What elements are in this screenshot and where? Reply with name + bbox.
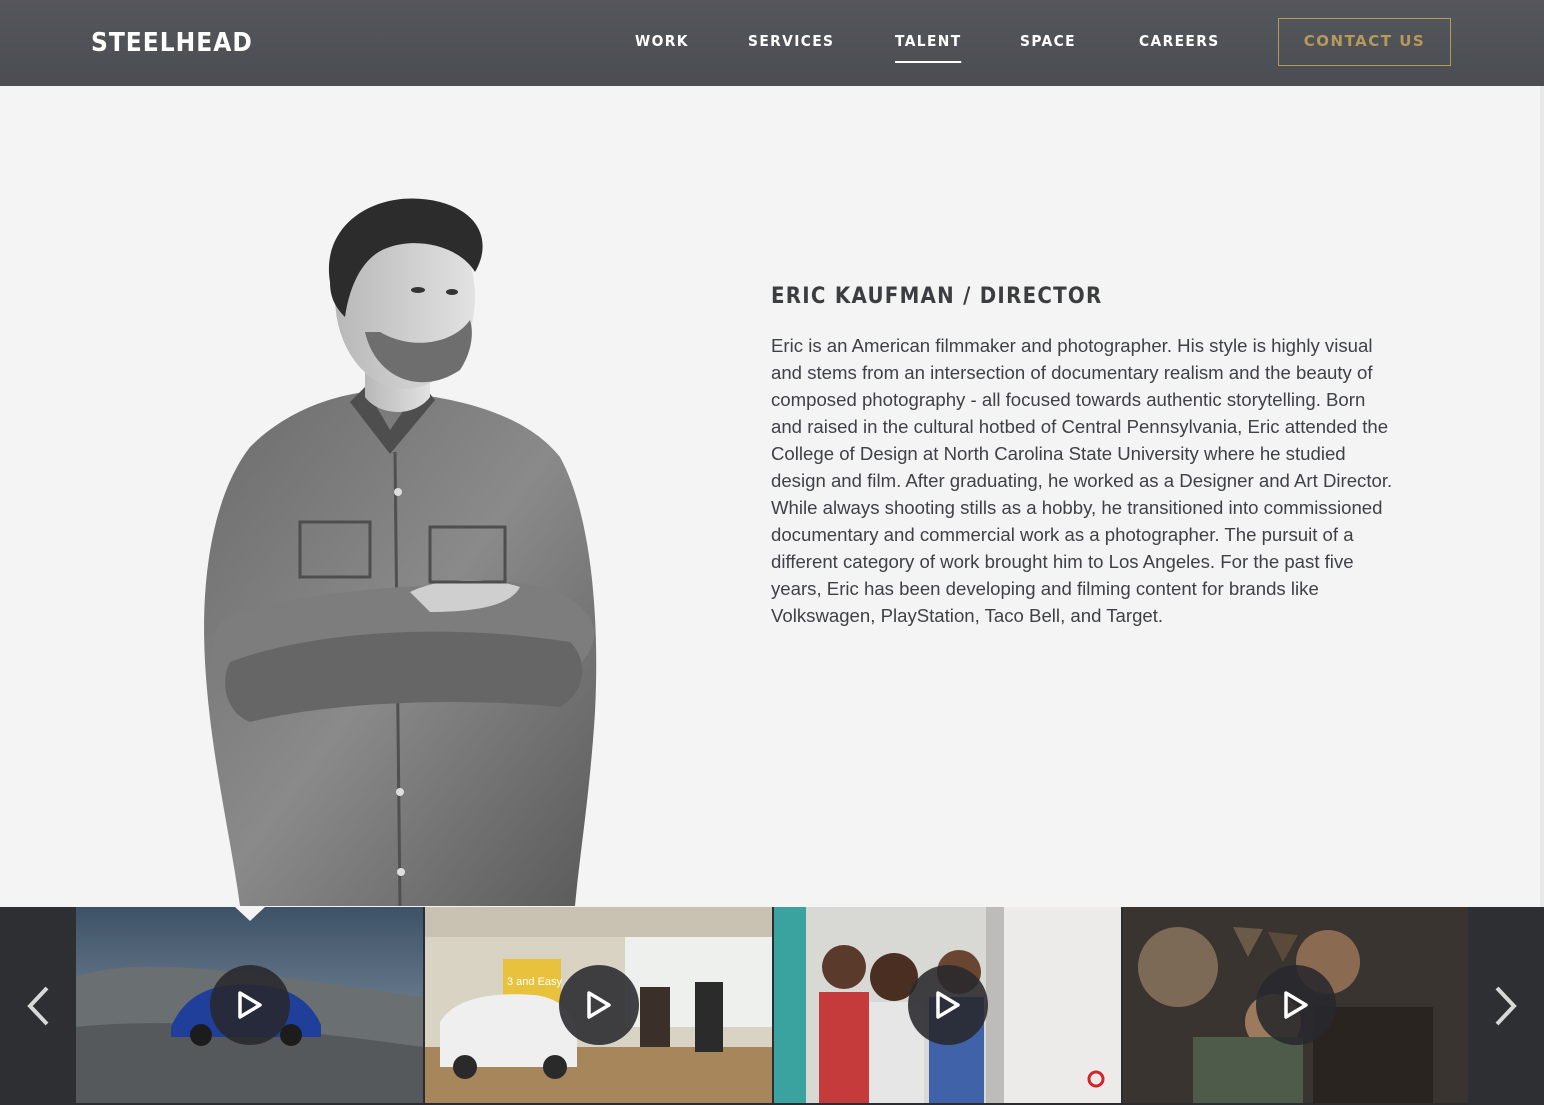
nav-item-services[interactable]: SERVICES	[748, 30, 834, 54]
play-icon	[935, 991, 960, 1019]
play-button-2[interactable]	[558, 965, 639, 1045]
play-button-1[interactable]	[209, 965, 290, 1045]
play-icon	[586, 991, 611, 1019]
steelhead-logo[interactable]: STEELHEAD	[91, 28, 253, 58]
page-edge	[1540, 86, 1544, 907]
profile-bio: Eric is an American filmmaker and photog…	[771, 335, 1393, 626]
video-thumbnail-3[interactable]	[774, 907, 1121, 1103]
contact-us-button[interactable]: CONTACT US	[1278, 18, 1451, 66]
video-thumbnail-4[interactable]	[1123, 907, 1468, 1103]
selected-thumbnail-indicator	[235, 907, 265, 921]
video-carousel: 3 and Easy	[0, 907, 1544, 1105]
carousel-prev-button[interactable]	[0, 907, 76, 1105]
profile-title: ERIC KAUFMAN / DIRECTOR	[771, 284, 1103, 309]
director-portrait	[190, 192, 620, 907]
play-button-4[interactable]	[1255, 965, 1336, 1045]
nav-item-careers[interactable]: CAREERS	[1139, 30, 1220, 54]
nav-item-space[interactable]: SPACE	[1020, 30, 1076, 54]
carousel-next-button[interactable]	[1468, 907, 1544, 1105]
chevron-right-icon	[1495, 986, 1517, 1026]
site-header: STEELHEAD WORK SERVICES TALENT SPACE CAR…	[0, 0, 1544, 86]
play-icon	[237, 991, 262, 1019]
play-button-3[interactable]	[907, 965, 988, 1045]
nav-item-work[interactable]: WORK	[635, 30, 689, 54]
video-thumbnail-2[interactable]: 3 and Easy	[425, 907, 772, 1103]
video-thumbnail-1[interactable]	[76, 907, 423, 1103]
dealership-sign: 3 and Easy	[507, 976, 563, 988]
chevron-left-icon	[27, 986, 49, 1026]
nav-item-talent[interactable]: TALENT	[895, 30, 962, 63]
play-icon	[1283, 991, 1308, 1019]
